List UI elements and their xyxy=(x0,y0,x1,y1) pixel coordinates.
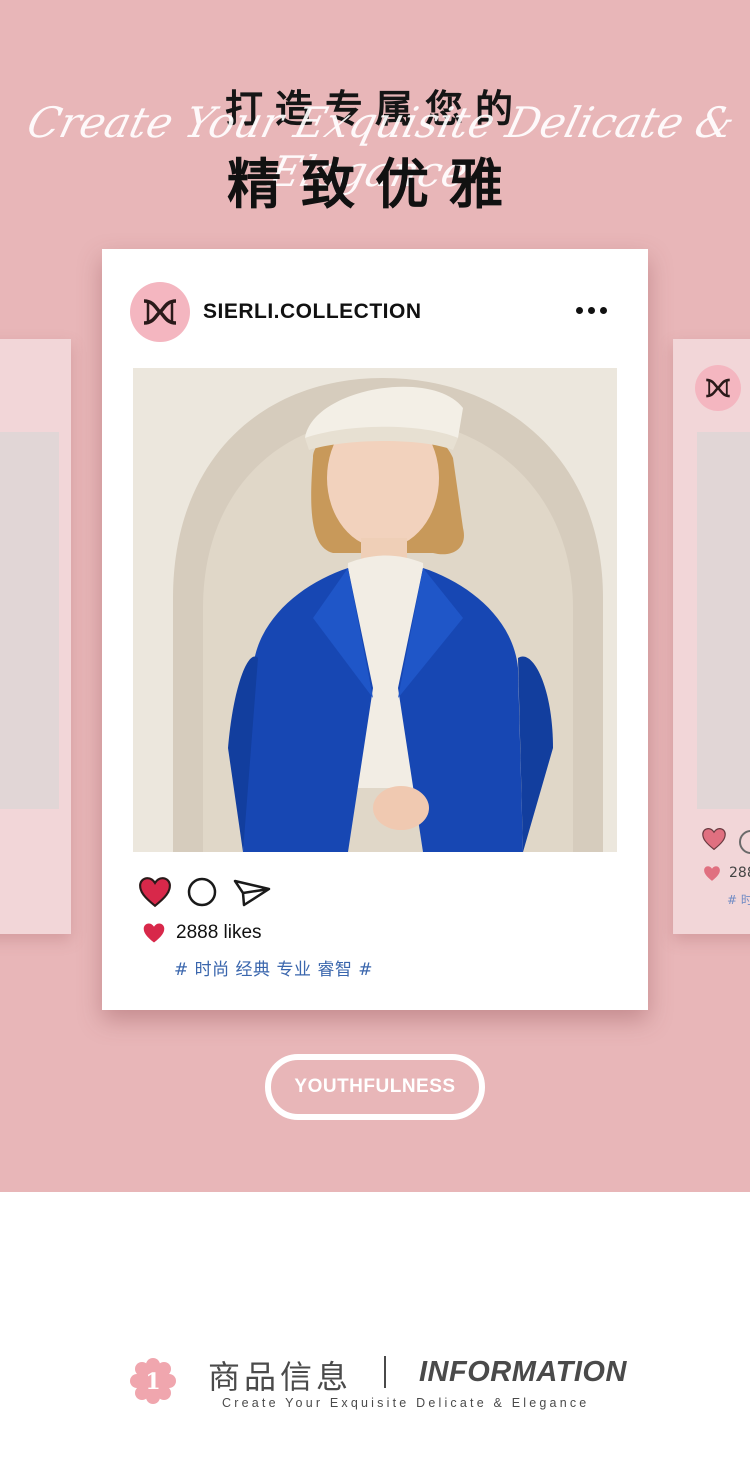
hero-section: 打造专属您的 Create Your Exquisite Delicate & … xyxy=(0,0,750,1192)
likes-count[interactable]: 2888 likes xyxy=(176,922,262,944)
likes-row: 2888 likes xyxy=(142,922,262,944)
post-card: SIERLI.COLLECTION 2888 likes # 时尚 经典 专业 … xyxy=(102,249,648,1010)
account-username[interactable]: SIERLI.COLLECTION xyxy=(203,300,422,324)
heart-icon xyxy=(702,827,726,851)
youthfulness-pill-button[interactable]: YOUTHFULNESS xyxy=(265,1054,485,1120)
flower-number-badge-icon: 1 xyxy=(130,1358,176,1404)
brand-logo-icon xyxy=(695,365,741,411)
post-photo xyxy=(133,368,617,852)
hashtags[interactable]: # 时尚 经典 专业 睿智 # xyxy=(174,955,373,980)
side-post-card-left xyxy=(0,339,71,934)
section-title-cn: 商品信息 xyxy=(208,1358,353,1396)
side-post-card-right: 288 # 时 xyxy=(673,339,750,934)
side-hashtags: # 时 xyxy=(727,893,750,907)
section-subtitle: Create Your Exquisite Delicate & Eleganc… xyxy=(222,1396,590,1410)
brand-logo-icon[interactable] xyxy=(130,282,190,342)
side-likes-count: 288 xyxy=(729,865,750,881)
section-divider xyxy=(384,1356,386,1388)
comment-icon xyxy=(739,830,750,854)
side-post-image-placeholder xyxy=(697,432,750,809)
heart-icon xyxy=(143,923,165,943)
section-title-en: INFORMATION xyxy=(419,1356,627,1388)
side-post-image-placeholder xyxy=(0,432,59,809)
post-actions xyxy=(138,876,272,908)
comment-icon[interactable] xyxy=(186,876,218,908)
badge-number: 1 xyxy=(145,1369,160,1395)
headline-main: 精致优雅 xyxy=(227,153,523,216)
heart-icon[interactable] xyxy=(138,876,172,908)
more-icon[interactable] xyxy=(576,307,607,314)
share-icon[interactable] xyxy=(232,876,272,908)
heart-icon xyxy=(704,866,720,881)
